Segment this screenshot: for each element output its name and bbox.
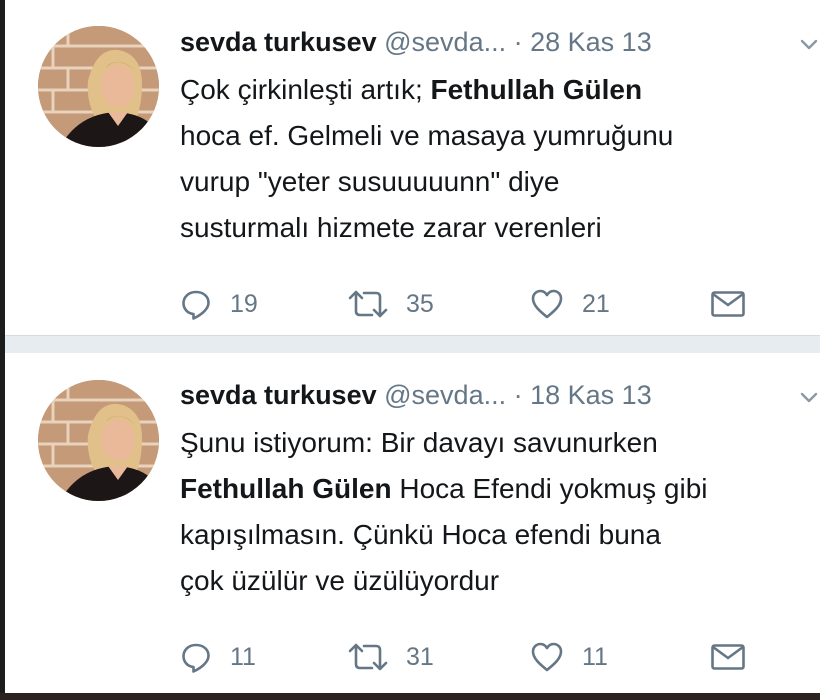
tweet-header: sevda turkusev @sevda... · 28 Kas 13 (180, 22, 820, 62)
like-button[interactable]: 11 (530, 637, 608, 677)
heart-icon (530, 641, 564, 673)
retweet-icon (348, 642, 388, 672)
tweet-separator (5, 335, 820, 354)
reply-count: 19 (230, 289, 258, 318)
reply-icon (180, 641, 212, 673)
user-handle[interactable]: @sevda... (384, 27, 506, 57)
display-name[interactable]: sevda turkusev (180, 27, 377, 57)
retweet-icon (348, 289, 388, 319)
chevron-down-icon[interactable] (798, 28, 820, 68)
envelope-icon (710, 289, 746, 319)
reply-count: 11 (230, 642, 256, 671)
heart-icon (530, 288, 564, 320)
retweet-count: 31 (406, 642, 434, 671)
like-count: 21 (582, 289, 610, 318)
tweet-header: sevda turkusev @sevda... · 18 Kas 13 (180, 375, 820, 415)
tweet-text-line: Çok çirkinleşti artık; Fethullah Gülen (180, 74, 643, 105)
direct-message-button[interactable] (710, 637, 746, 677)
tweet-date[interactable]: 28 Kas 13 (530, 27, 652, 57)
chevron-down-icon[interactable] (798, 381, 820, 421)
tweet-text-line: susturmalı hizmete zarar verenleri (180, 212, 602, 243)
tweet-text-line: Şunu istiyorum: Bir davayı savunurken (180, 427, 658, 458)
tweet-date[interactable]: 18 Kas 13 (530, 380, 652, 410)
avatar[interactable] (38, 380, 159, 501)
avatar[interactable] (38, 26, 159, 147)
tweet[interactable]: sevda turkusev @sevda... · 18 Kas 13 Şun… (5, 353, 820, 693)
tweet-text: Çok çirkinleşti artık; Fethullah Gülen h… (180, 67, 820, 251)
tweet[interactable]: sevda turkusev @sevda... · 28 Kas 13 Çok… (5, 0, 820, 335)
tweet-text-line: Fethullah Gülen Hoca Efendi yokmuş gibi (180, 473, 708, 504)
reply-button[interactable]: 19 (180, 284, 258, 324)
display-name[interactable]: sevda turkusev (180, 380, 377, 410)
tweet-text-line: vurup "yeter susuuuuunn" diye (180, 166, 560, 197)
tweet-text-line: kapışılmasın. Çünkü Hoca efendi buna (180, 519, 661, 550)
separator-dot: · (513, 380, 523, 410)
like-count: 11 (582, 642, 608, 671)
tweet-text: Şunu istiyorum: Bir davayı savunurken Fe… (180, 420, 820, 604)
tweet-actions: 19 35 21 (180, 284, 780, 324)
retweet-button[interactable]: 35 (348, 284, 434, 324)
tweet-text-line: çok üzülür ve üzülüyordur (180, 565, 500, 596)
like-button[interactable]: 21 (530, 284, 610, 324)
screenshot-border-bottom (0, 693, 820, 700)
user-handle[interactable]: @sevda... (384, 380, 506, 410)
separator-dot: · (513, 27, 523, 57)
tweet-actions: 11 31 11 (180, 637, 780, 677)
retweet-button[interactable]: 31 (348, 637, 434, 677)
tweet-text-line: hoca ef. Gelmeli ve masaya yumruğunu (180, 120, 674, 151)
retweet-count: 35 (406, 289, 434, 318)
envelope-icon (710, 642, 746, 672)
direct-message-button[interactable] (710, 284, 746, 324)
reply-icon (180, 288, 212, 320)
reply-button[interactable]: 11 (180, 637, 256, 677)
